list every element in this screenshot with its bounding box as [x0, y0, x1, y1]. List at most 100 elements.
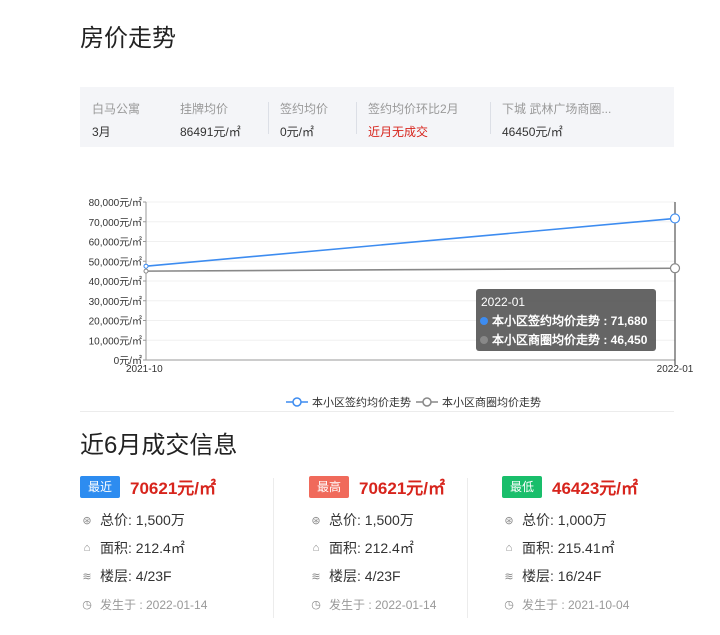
deal-date-row: ◷ 发生于 : 2021-10-04 [502, 596, 629, 613]
y-tick-label: 10,000元/㎡ [89, 335, 142, 347]
layers-icon: ≋ [311, 570, 321, 583]
series-line-signed [145, 217, 676, 267]
area-icon: ⌂ [505, 542, 513, 554]
y-tick-label: 20,000元/㎡ [89, 316, 142, 328]
y-tick-label: 80,000元/㎡ [89, 197, 142, 209]
summary-month: 3月 [92, 125, 111, 139]
deal-total: 总价: 1,500万 [100, 512, 185, 528]
card-divider [467, 478, 468, 618]
data-point[interactable] [143, 263, 149, 269]
summary-area-price: 下城 武林广场商圈... 46450元/㎡ [490, 87, 670, 147]
clock-icon: ◷ [82, 599, 92, 611]
clock-icon: ◷ [504, 599, 514, 611]
deal-area: 面积: 212.4㎡ [100, 540, 185, 556]
coin-icon: ⊛ [311, 514, 321, 527]
signed-price-value: 0元/㎡ [280, 125, 315, 139]
section-divider [80, 411, 674, 412]
deal-area-row: ⌂ 面积: 212.4㎡ [80, 538, 185, 558]
deal-card-recent: 最近 70621元/㎡ ⊛ 总价: 1,500万 ⌂ 面积: 212.4㎡ ≋ 楼层:… [80, 468, 270, 628]
badge-highest: 最高 [309, 475, 350, 498]
deal-date: 发生于 : 2022-01-14 [100, 598, 208, 612]
deal-card-highest: 最高 70621元/㎡ ⊛ 总价: 1,500万 ⌂ 面积: 212.4㎡ ≋ 楼层:… [309, 468, 499, 628]
deal-price: 70621元/㎡ [359, 479, 446, 498]
price-trend-chart[interactable]: 0元/㎡10,000元/㎡20,000元/㎡30,000元/㎡40,000元/㎡… [0, 185, 720, 385]
deal-date: 发生于 : 2021-10-04 [522, 598, 630, 612]
deal-area-row: ⌂ 面积: 212.4㎡ [309, 538, 414, 558]
deal-floor: 楼层: 4/23F [100, 568, 172, 584]
summary-divider [268, 102, 269, 134]
deal-total: 总价: 1,500万 [329, 512, 414, 528]
legend-label-signed: 本小区签约均价走势 [312, 397, 411, 409]
deal-floor: 楼层: 16/24F [522, 568, 602, 584]
series-line-area [145, 267, 676, 272]
deal-card-header: 最低 46423元/㎡ [502, 474, 638, 499]
y-tick-label: 50,000元/㎡ [89, 256, 142, 268]
listing-price-label: 挂牌均价 [180, 102, 229, 116]
coin-icon: ⊛ [504, 514, 514, 527]
data-point[interactable] [669, 263, 681, 274]
y-tick-label: 60,000元/㎡ [89, 237, 142, 249]
y-tick-label: 70,000元/㎡ [89, 217, 142, 229]
badge-lowest: 最低 [502, 475, 543, 498]
deal-floor: 楼层: 4/23F [329, 568, 401, 584]
mom-value: 近月无成交 [368, 125, 429, 139]
price-summary-bar: 白马公寓 3月 挂牌均价 86491元/㎡ 签约均价 0元/㎡ 签约均价环比2月… [80, 87, 674, 147]
deals-title: 近6月成交信息 [80, 432, 238, 459]
listing-price-value: 86491元/㎡ [180, 125, 241, 139]
deal-card-lowest: 最低 46423元/㎡ ⊛ 总价: 1,000万 ⌂ 面积: 215.41㎡ ≋ 楼层… [502, 468, 692, 628]
layers-icon: ≋ [82, 570, 92, 583]
legend-item-area[interactable]: 本小区商圈均价走势 [416, 394, 541, 410]
tooltip-row: 本小区签约均价走势 : 71,680 [492, 313, 648, 328]
card-divider [273, 478, 274, 618]
signed-price-label: 签约均价 [280, 102, 329, 116]
deal-card-header: 最高 70621元/㎡ [309, 474, 445, 499]
deal-date-row: ◷ 发生于 : 2022-01-14 [80, 596, 207, 613]
x-tick-label: 2021-10 [126, 364, 163, 375]
y-tick-label: 30,000元/㎡ [89, 296, 142, 308]
mom-label: 签约均价环比2月 [368, 102, 459, 116]
deal-area: 面积: 212.4㎡ [329, 540, 414, 556]
deal-floor-row: ≋ 楼层: 16/24F [502, 566, 601, 586]
deal-total-row: ⊛ 总价: 1,500万 [80, 510, 185, 530]
layers-icon: ≋ [504, 570, 514, 583]
legend-line-blue-icon [286, 397, 308, 407]
tooltip-dot-icon [480, 317, 488, 325]
legend-line-gray-icon [416, 397, 438, 407]
area-price-value: 46450元/㎡ [502, 125, 563, 139]
y-tick-label: 40,000元/㎡ [89, 276, 142, 288]
coin-icon: ⊛ [82, 514, 92, 527]
deal-date-row: ◷ 发生于 : 2022-01-14 [309, 596, 436, 613]
legend-label-area: 本小区商圈均价走势 [442, 397, 541, 409]
community-name: 白马公寓 [92, 102, 141, 116]
area-icon: ⌂ [83, 542, 91, 554]
tooltip-dot-icon [480, 336, 488, 344]
data-point[interactable] [143, 268, 149, 274]
deal-price: 70621元/㎡ [130, 479, 217, 498]
tooltip-title: 2022-01 [481, 295, 525, 309]
deal-price: 46423元/㎡ [552, 479, 639, 498]
tooltip-row: 本小区商圈均价走势 : 46,450 [492, 332, 648, 347]
deal-card-header: 最近 70621元/㎡ [80, 474, 216, 499]
deal-date: 发生于 : 2022-01-14 [329, 598, 437, 612]
summary-signed-price: 签约均价 0元/㎡ [268, 87, 364, 147]
badge-recent: 最近 [80, 475, 121, 498]
summary-mom: 签约均价环比2月 近月无成交 [356, 87, 496, 147]
clock-icon: ◷ [311, 599, 321, 611]
area-price-label[interactable]: 下城 武林广场商圈... [502, 100, 611, 117]
area-icon: ⌂ [312, 542, 320, 554]
page-title: 房价走势 [80, 25, 176, 52]
summary-divider [490, 102, 491, 134]
summary-listing-price: 挂牌均价 86491元/㎡ [168, 87, 264, 147]
deal-area-row: ⌂ 面积: 215.41㎡ [502, 538, 615, 558]
x-tick-label: 2022-01 [657, 364, 694, 375]
summary-community: 白马公寓 3月 [80, 87, 160, 147]
legend-item-signed[interactable]: 本小区签约均价走势 [286, 394, 411, 410]
summary-divider [356, 102, 357, 134]
deal-total-row: ⊛ 总价: 1,500万 [309, 510, 414, 530]
deal-total-row: ⊛ 总价: 1,000万 [502, 510, 607, 530]
deal-floor-row: ≋ 楼层: 4/23F [309, 566, 401, 586]
deal-area: 面积: 215.41㎡ [522, 540, 615, 556]
deal-floor-row: ≋ 楼层: 4/23F [80, 566, 172, 586]
deal-total: 总价: 1,000万 [522, 512, 607, 528]
data-point[interactable] [669, 213, 681, 224]
